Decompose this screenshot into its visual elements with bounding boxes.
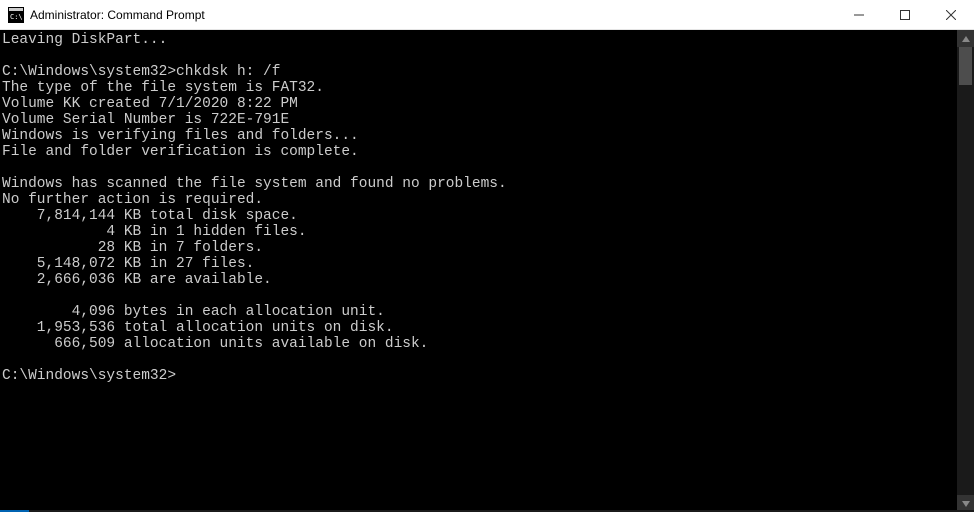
vertical-scrollbar[interactable]	[957, 30, 974, 512]
close-button[interactable]	[928, 0, 974, 29]
window-title: Administrator: Command Prompt	[30, 8, 205, 22]
minimize-button[interactable]	[836, 0, 882, 29]
scroll-up-arrow-icon[interactable]	[957, 30, 974, 47]
maximize-button[interactable]	[882, 0, 928, 29]
svg-text:C:\: C:\	[10, 13, 23, 21]
window-controls	[836, 0, 974, 29]
console-area: Leaving DiskPart... C:\Windows\system32>…	[0, 30, 974, 512]
terminal-output[interactable]: Leaving DiskPart... C:\Windows\system32>…	[0, 30, 957, 512]
window-titlebar[interactable]: C:\ Administrator: Command Prompt	[0, 0, 974, 30]
scroll-thumb[interactable]	[959, 47, 972, 85]
cmd-icon: C:\	[8, 7, 24, 23]
